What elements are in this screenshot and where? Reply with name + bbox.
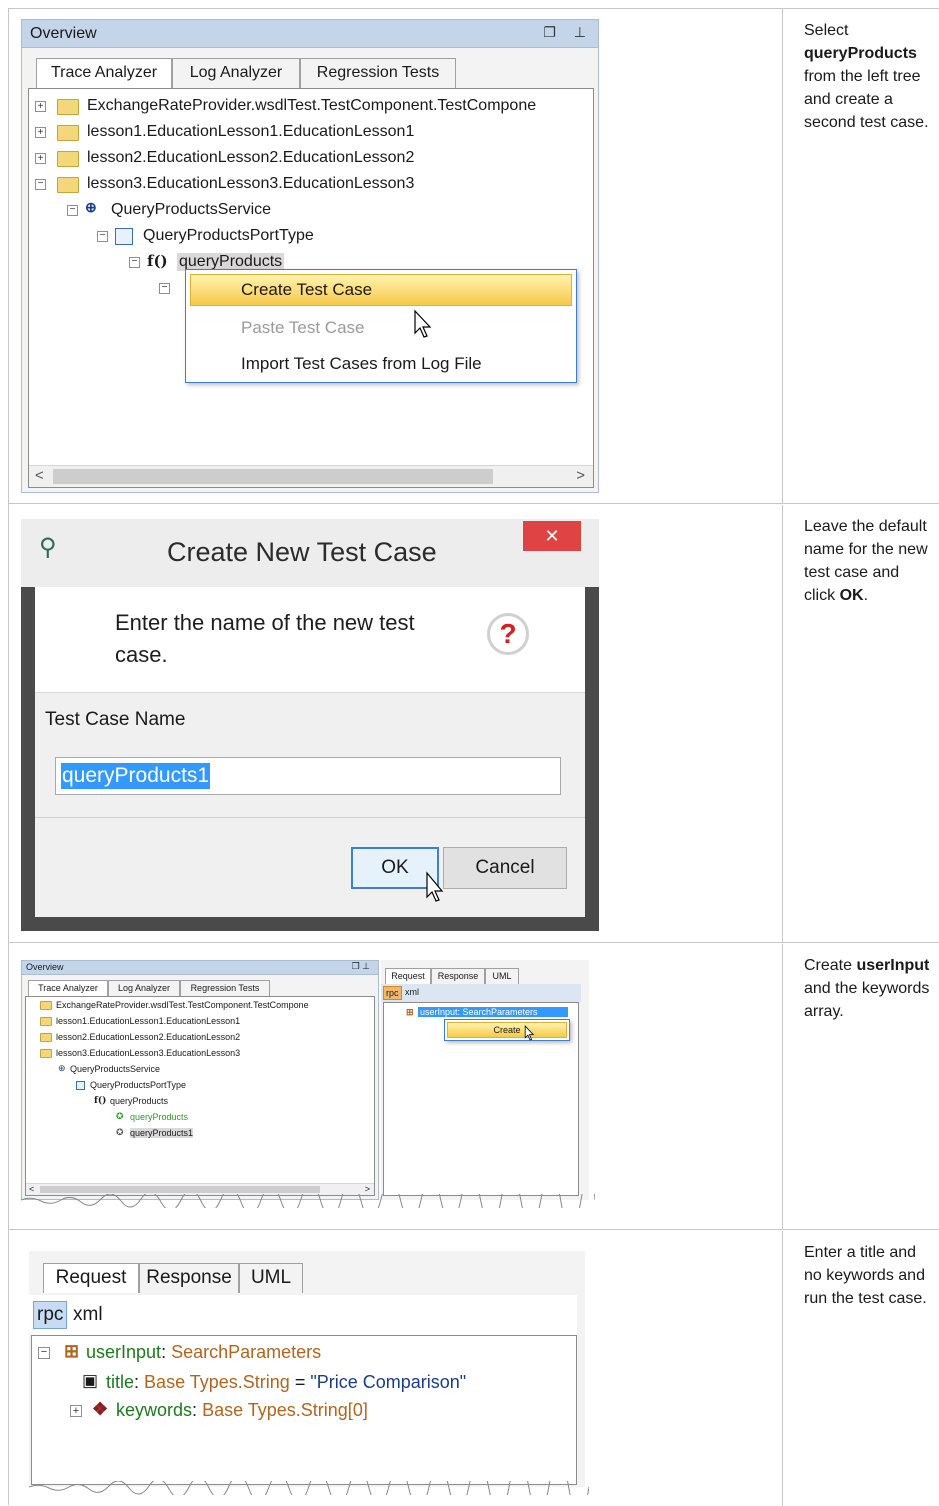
test-case-name-input[interactable]: queryProducts1: [55, 757, 561, 795]
expand-icon[interactable]: +: [35, 127, 46, 138]
menu-item-import-test-cases[interactable]: Import Test Cases from Log File: [186, 348, 576, 380]
tab-regression-tests[interactable]: Regression Tests: [300, 58, 456, 88]
mode-xml[interactable]: xml: [405, 987, 419, 997]
app-icon: ⚲: [39, 534, 57, 561]
request-panel-small: Request Response UML rpc xml ⊞ userInput…: [381, 960, 589, 1200]
collapse-icon[interactable]: −: [97, 231, 108, 242]
dialog-body: Enter the name of the new test case. ? T…: [35, 587, 585, 917]
test-case-icon: ✪: [116, 1127, 124, 1137]
pin-icon[interactable]: ⊥: [574, 24, 586, 40]
dialog-title: Create New Test Case: [167, 537, 437, 567]
collapse-icon[interactable]: −: [38, 1347, 50, 1359]
service-icon: ⊕: [85, 199, 97, 215]
horizontal-scrollbar[interactable]: < >: [29, 465, 593, 487]
dialog-message: Enter the name of the new test case.: [115, 610, 415, 667]
collapse-icon[interactable]: −: [35, 179, 46, 190]
torn-edge-decoration: [21, 1194, 595, 1208]
tab-log-analyzer[interactable]: Log Analyzer: [172, 58, 300, 88]
screenshot-cell-3: Overview ❐ ⊥ Trace Analyzer Log Analyzer…: [9, 944, 783, 1229]
tab-trace-analyzer[interactable]: Trace Analyzer: [28, 980, 108, 996]
collapse-icon[interactable]: −: [129, 257, 140, 268]
folder-icon: [57, 125, 79, 141]
step-text-4: Enter a title and no keywords and run th…: [804, 1244, 927, 1307]
context-menu: Create: [444, 1019, 570, 1041]
request-tree: − ⊞ userInput: SearchParameters ▣ title:…: [31, 1335, 577, 1485]
restore-icon[interactable]: ❐ ⊥: [352, 961, 370, 972]
expand-icon[interactable]: +: [70, 1405, 82, 1417]
array-icon: ❖: [92, 1399, 109, 1419]
scroll-right-icon[interactable]: >: [576, 467, 585, 484]
tab-response[interactable]: Response: [431, 968, 485, 984]
tab-request[interactable]: Request: [385, 968, 431, 984]
tab-trace-analyzer[interactable]: Trace Analyzer: [36, 58, 172, 88]
overview-title: Overview: [26, 962, 64, 972]
step-row-4: Request Response UML rpc xml − ⊞ userInp…: [9, 1231, 939, 1506]
folder-icon: [57, 177, 79, 193]
tab-uml[interactable]: UML: [485, 968, 519, 984]
tab-regression-tests[interactable]: Regression Tests: [180, 980, 270, 996]
context-menu: Create Test Case Paste Test Case Import …: [185, 269, 577, 383]
mouse-cursor-icon: [426, 871, 444, 902]
instruction-table: Overview ❐ ⊥ Trace Analyzer Log Analyzer…: [8, 8, 939, 1506]
step-text-3: Create userInput and the keywords array.: [804, 957, 930, 1020]
overview-view-small: Overview ❐ ⊥ Trace Analyzer Log Analyzer…: [21, 960, 379, 1200]
overview-title: Overview: [30, 25, 97, 42]
mode-rpc[interactable]: rpc: [383, 986, 402, 1000]
service-icon: ⊕: [58, 1063, 66, 1073]
menu-item-create[interactable]: Create: [447, 1022, 567, 1038]
restore-icon[interactable]: ❐: [543, 24, 556, 40]
structure-icon: ⊞: [406, 1007, 414, 1017]
close-button[interactable]: ✕: [523, 521, 581, 551]
scrollbar-thumb[interactable]: [53, 469, 493, 484]
overview-view: Overview ❐ ⊥ Trace Analyzer Log Analyzer…: [21, 19, 599, 493]
mouse-cursor-icon: [414, 309, 432, 338]
step-row-1: Overview ❐ ⊥ Trace Analyzer Log Analyzer…: [9, 9, 939, 504]
structure-icon: ⊞: [64, 1341, 80, 1361]
function-icon: f(): [94, 1096, 107, 1106]
overview-titlebar: Overview ❐ ⊥: [22, 20, 598, 48]
tab-response[interactable]: Response: [139, 1263, 239, 1293]
screenshot-cell-4: Request Response UML rpc xml − ⊞ userInp…: [9, 1231, 783, 1506]
mode-xml[interactable]: xml: [73, 1304, 103, 1326]
dialog-titlebar: ⚲ Create New Test Case ✕: [21, 519, 599, 587]
folder-icon: [57, 99, 79, 115]
menu-item-paste-test-case[interactable]: Paste Test Case: [186, 312, 576, 344]
create-test-case-dialog: ⚲ Create New Test Case ✕ Enter the name …: [21, 519, 599, 931]
step-row-2: ⚲ Create New Test Case ✕ Enter the name …: [9, 505, 939, 943]
request-panel: Request Response UML rpc xml − ⊞ userInp…: [29, 1251, 585, 1487]
scroll-left-icon[interactable]: <: [35, 467, 44, 484]
screenshot-cell-1: Overview ❐ ⊥ Trace Analyzer Log Analyzer…: [9, 9, 783, 503]
test-case-icon: ✪: [116, 1111, 124, 1121]
expand-icon[interactable]: +: [35, 101, 46, 112]
userinput-node[interactable]: userInput: SearchParameters: [418, 1007, 568, 1017]
mode-rpc[interactable]: rpc: [33, 1301, 68, 1329]
tab-uml[interactable]: UML: [239, 1263, 303, 1293]
collapse-icon[interactable]: −: [159, 283, 170, 294]
question-icon: ?: [487, 613, 529, 655]
cancel-button[interactable]: Cancel: [443, 847, 567, 889]
tree-panel: ExchangeRateProvider.wsdlTest.TestCompon…: [25, 996, 375, 1196]
step-text-2: Leave the default name for the new test …: [804, 518, 928, 604]
step-text-1: Select queryProducts from the left tree …: [804, 22, 929, 131]
port-type-icon: [76, 1081, 85, 1090]
torn-edge-decoration: [29, 1481, 589, 1495]
tab-log-analyzer[interactable]: Log Analyzer: [108, 980, 180, 996]
collapse-icon[interactable]: −: [67, 205, 78, 216]
screenshot-cell-2: ⚲ Create New Test Case ✕ Enter the name …: [9, 505, 783, 942]
tree-panel: + ExchangeRateProvider.wsdlTest.TestComp…: [28, 88, 594, 488]
step-row-3: Overview ❐ ⊥ Trace Analyzer Log Analyzer…: [9, 944, 939, 1230]
overview-tabs: Trace Analyzer Log Analyzer Regression T…: [36, 58, 456, 88]
message-area: Enter the name of the new test case. ?: [35, 587, 585, 693]
menu-item-create-test-case[interactable]: Create Test Case: [190, 274, 572, 306]
tab-request[interactable]: Request: [43, 1263, 139, 1293]
expand-icon[interactable]: +: [35, 153, 46, 164]
folder-icon: [57, 151, 79, 167]
function-icon: f(): [147, 252, 168, 270]
port-type-icon: [115, 228, 133, 245]
test-case-name-label: Test Case Name: [45, 709, 186, 730]
mouse-cursor-icon: [524, 1025, 535, 1041]
string-icon: ▣: [82, 1371, 99, 1390]
test-case-name-value: queryProducts1: [61, 763, 211, 789]
